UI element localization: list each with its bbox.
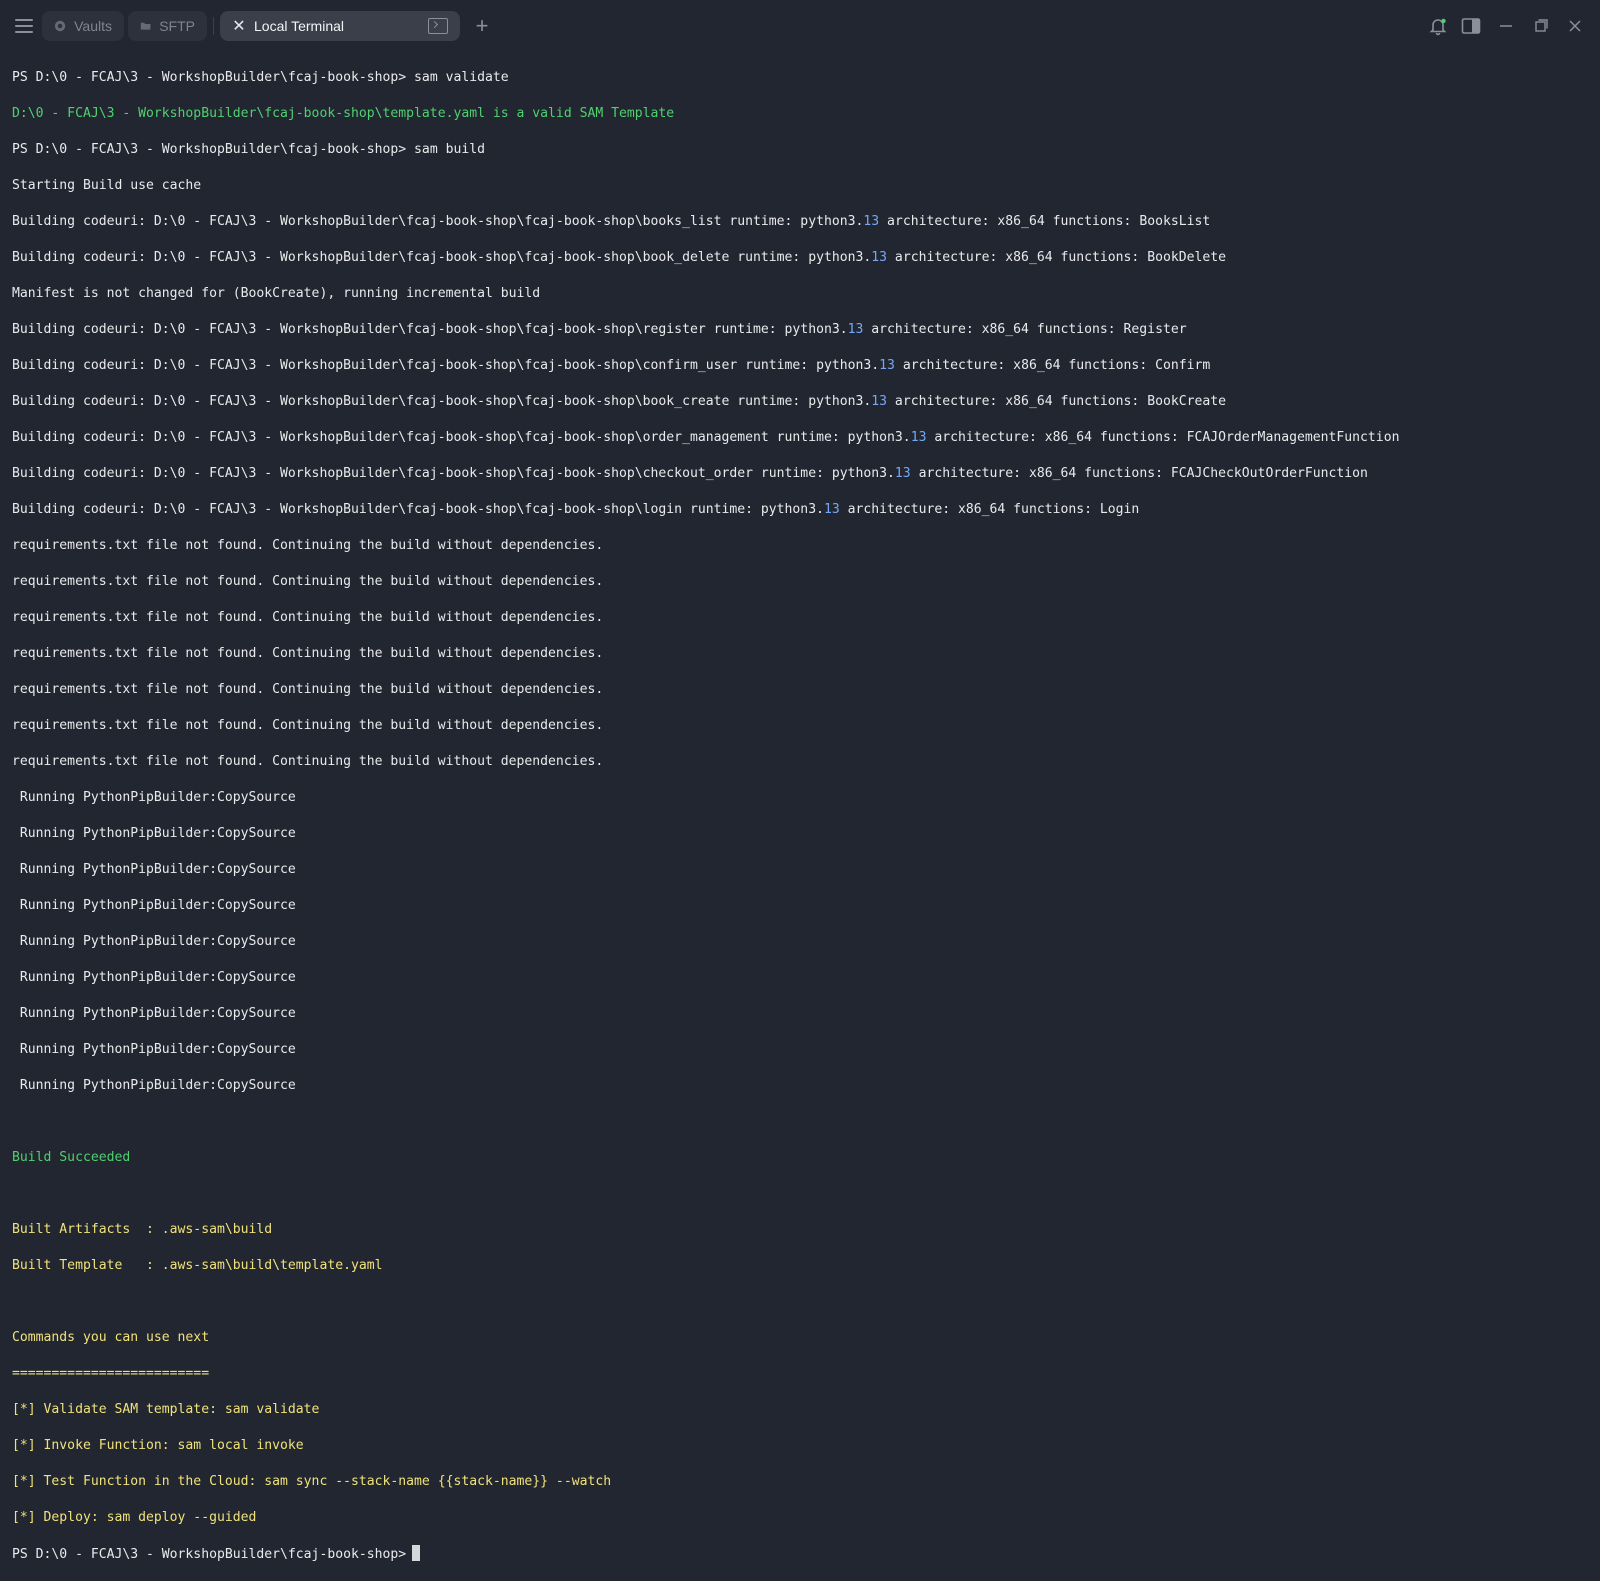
close-window-icon[interactable] bbox=[1563, 14, 1587, 38]
terminal-line: requirements.txt file not found. Continu… bbox=[12, 646, 604, 661]
text-cursor bbox=[412, 1545, 421, 1561]
tab-sftp[interactable]: SFTP bbox=[128, 11, 207, 41]
terminal-line: PS D:\0 - FCAJ\3 - WorkshopBuilder\fcaj-… bbox=[12, 142, 485, 157]
next-command-line: [*] Validate SAM template: sam validate bbox=[12, 1402, 320, 1417]
next-command-line: [*] Deploy: sam deploy --guided bbox=[12, 1510, 257, 1525]
split-view-icon[interactable] bbox=[1459, 14, 1483, 38]
terminal-line: Manifest is not changed for (BookCreate)… bbox=[12, 286, 541, 301]
folder-icon bbox=[140, 22, 151, 30]
tab-vaults[interactable]: Vaults bbox=[42, 11, 124, 41]
plus-icon[interactable]: + bbox=[470, 12, 494, 40]
bell-icon[interactable] bbox=[1426, 14, 1450, 38]
built-template-line: Built Template : .aws-sam\build\template… bbox=[12, 1258, 383, 1273]
terminal-line: Running PythonPipBuilder:CopySource bbox=[12, 1042, 296, 1057]
tab-divider bbox=[213, 17, 214, 35]
hamburger-menu-icon[interactable] bbox=[13, 16, 35, 36]
tab-local-terminal[interactable]: ✕ Local Terminal bbox=[220, 11, 460, 41]
title-bar: Vaults SFTP ✕ Local Terminal + bbox=[0, 0, 1600, 52]
terminal-prompt-line[interactable]: PS D:\0 - FCAJ\3 - WorkshopBuilder\fcaj-… bbox=[12, 1545, 1588, 1563]
restore-icon[interactable] bbox=[1529, 14, 1553, 38]
terminal-line: requirements.txt file not found. Continu… bbox=[12, 718, 604, 733]
terminal-icon bbox=[428, 18, 448, 34]
terminal-line: Running PythonPipBuilder:CopySource bbox=[12, 1078, 296, 1093]
prompt-text: PS D:\0 - FCAJ\3 - WorkshopBuilder\fcaj-… bbox=[12, 1547, 407, 1562]
terminal-line: Building codeuri: D:\0 - FCAJ\3 - Worksh… bbox=[12, 502, 1140, 517]
terminal-line: requirements.txt file not found. Continu… bbox=[12, 538, 604, 553]
terminal-line: Building codeuri: D:\0 - FCAJ\3 - Worksh… bbox=[12, 466, 1368, 481]
terminal-line: Running PythonPipBuilder:CopySource bbox=[12, 934, 296, 949]
terminal-line: requirements.txt file not found. Continu… bbox=[12, 574, 604, 589]
terminal-line: Running PythonPipBuilder:CopySource bbox=[12, 898, 296, 913]
terminal-line: D:\0 - FCAJ\3 - WorkshopBuilder\fcaj-boo… bbox=[12, 106, 675, 121]
terminal-line: PS D:\0 - FCAJ\3 - WorkshopBuilder\fcaj-… bbox=[12, 70, 509, 85]
terminal-line: Running PythonPipBuilder:CopySource bbox=[12, 826, 296, 841]
terminal-line: requirements.txt file not found. Continu… bbox=[12, 754, 604, 769]
terminal-line: Running PythonPipBuilder:CopySource bbox=[12, 862, 296, 877]
terminal-line: Building codeuri: D:\0 - FCAJ\3 - Worksh… bbox=[12, 250, 1227, 265]
vault-icon bbox=[54, 20, 66, 32]
next-commands-heading: Commands you can use next bbox=[12, 1330, 210, 1345]
terminal-line: requirements.txt file not found. Continu… bbox=[12, 610, 604, 625]
tab-label-sftp: SFTP bbox=[159, 18, 195, 34]
terminal-line: Building codeuri: D:\0 - FCAJ\3 - Worksh… bbox=[12, 430, 1400, 445]
terminal-line: Starting Build use cache bbox=[12, 178, 202, 193]
terminal-line: Building codeuri: D:\0 - FCAJ\3 - Worksh… bbox=[12, 322, 1187, 337]
terminal-line: Running PythonPipBuilder:CopySource bbox=[12, 1006, 296, 1021]
terminal-line: Running PythonPipBuilder:CopySource bbox=[12, 790, 296, 805]
close-icon[interactable]: ✕ bbox=[232, 16, 246, 36]
next-commands-rule: ========================= bbox=[12, 1366, 210, 1381]
terminal-line: Building codeuri: D:\0 - FCAJ\3 - Worksh… bbox=[12, 214, 1211, 229]
build-succeeded-line: Build Succeeded bbox=[12, 1150, 131, 1165]
terminal-output[interactable]: PS D:\0 - FCAJ\3 - WorkshopBuilder\fcaj-… bbox=[12, 51, 1588, 1562]
next-command-line: [*] Invoke Function: sam local invoke bbox=[12, 1438, 304, 1453]
next-command-line: [*] Test Function in the Cloud: sam sync… bbox=[12, 1474, 612, 1489]
built-artifacts-line: Built Artifacts : .aws-sam\build bbox=[12, 1222, 273, 1237]
tab-label-vaults: Vaults bbox=[74, 18, 112, 34]
terminal-line: requirements.txt file not found. Continu… bbox=[12, 682, 604, 697]
terminal-line: Building codeuri: D:\0 - FCAJ\3 - Worksh… bbox=[12, 358, 1211, 373]
terminal-line: Running PythonPipBuilder:CopySource bbox=[12, 970, 296, 985]
minimize-icon[interactable] bbox=[1494, 14, 1518, 38]
tab-label-local-terminal: Local Terminal bbox=[254, 18, 345, 34]
terminal-line: Building codeuri: D:\0 - FCAJ\3 - Worksh… bbox=[12, 394, 1227, 409]
